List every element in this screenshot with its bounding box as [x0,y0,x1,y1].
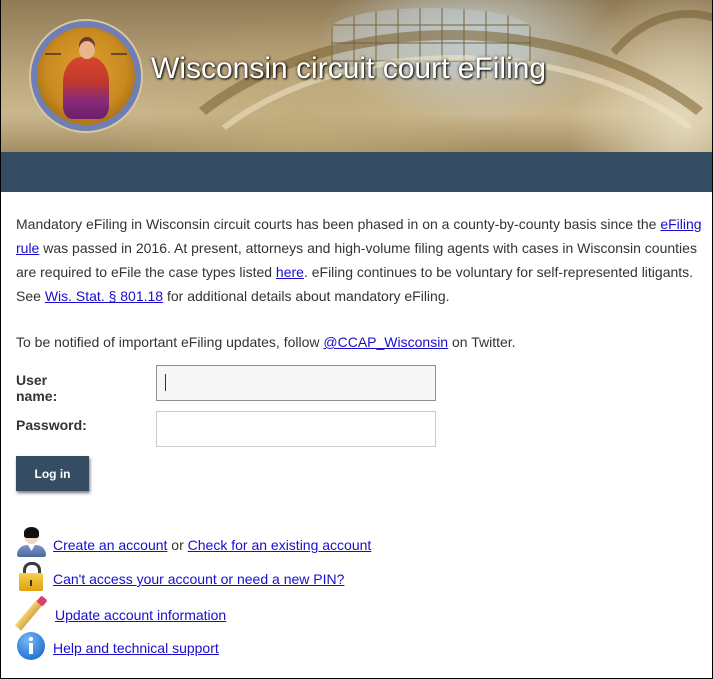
password-label: Password: [16,417,87,433]
court-seal-logo [31,21,141,131]
username-input[interactable] [156,365,436,401]
intro-text: for additional details about mandatory e… [163,288,450,304]
cant-access-account-link[interactable]: Can't access your account or need a new … [53,571,344,587]
lock-icon [16,561,46,593]
justice-head [79,41,95,59]
update-account-link[interactable]: Update account information [55,607,226,623]
notify-text: To be notified of important eFiling upda… [16,334,324,350]
text-caret [165,374,166,391]
header-banner: Wisconsin circuit court eFiling [1,0,712,152]
site-title: Wisconsin circuit court eFiling [151,52,547,85]
info-icon [16,630,46,662]
help-support-link[interactable]: Help and technical support [53,640,219,656]
scale-icon [45,53,61,79]
page-frame: Wisconsin circuit court eFiling Mandator… [0,0,713,679]
intro-paragraph: Mandatory eFiling in Wisconsin circuit c… [16,212,706,308]
help-support: Help and technical support [53,640,219,656]
intro-text: Mandatory eFiling in Wisconsin circuit c… [16,216,661,232]
update-account: Update account information [55,607,226,623]
notify-text: on Twitter. [448,334,516,350]
justice-figure [63,57,109,119]
main-content: Mandatory eFiling in Wisconsin circuit c… [16,212,706,354]
notify-paragraph: To be notified of important eFiling upda… [16,330,706,354]
scale-icon [111,53,127,79]
statute-link[interactable]: Wis. Stat. § 801.18 [45,288,163,304]
twitter-link[interactable]: @CCAP_Wisconsin [323,334,448,350]
nav-bar [1,152,712,192]
or-text: or [167,537,188,553]
account-links: Create an account or Check for an existi… [53,537,371,553]
access-help: Can't access your account or need a new … [53,571,344,587]
user-icon [16,527,46,559]
create-account-link[interactable]: Create an account [53,537,167,553]
case-types-here-link[interactable]: here [276,264,304,280]
login-button[interactable]: Log in [16,456,89,491]
password-input[interactable] [156,411,436,447]
username-label: User name: [16,372,58,404]
check-existing-account-link[interactable]: Check for an existing account [188,537,372,553]
pencil-icon [14,595,48,631]
